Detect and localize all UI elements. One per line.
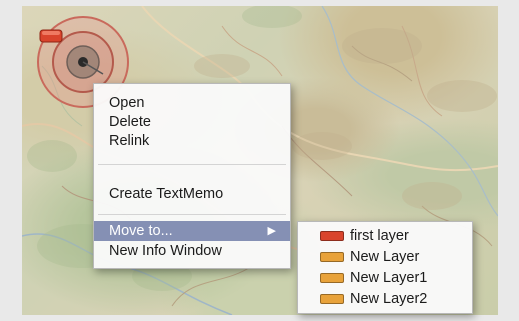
menu-item-label: Create TextMemo <box>109 186 224 202</box>
layer-color-swatch <box>320 231 344 241</box>
menu-item-relink[interactable]: Relink <box>94 131 290 151</box>
layer-color-swatch <box>320 252 344 262</box>
layer-label: New Layer <box>350 249 420 265</box>
menu-item-new-info-window[interactable]: New Info Window <box>94 241 290 261</box>
layer-color-swatch <box>320 273 344 283</box>
menu-item-delete[interactable]: Delete <box>94 112 290 132</box>
context-menu: Open Delete Relink Create TextMemo Move … <box>93 83 291 269</box>
menu-item-create-textmemo[interactable]: Create TextMemo <box>94 184 290 204</box>
layer-label: New Layer2 <box>350 291 428 307</box>
move-to-submenu: first layer New Layer New Layer1 New Lay… <box>297 221 473 314</box>
submenu-item-new-layer1[interactable]: New Layer1 <box>298 268 472 288</box>
layer-label: first layer <box>350 228 409 244</box>
layer-label: New Layer1 <box>350 270 428 286</box>
menu-item-label: Delete <box>109 114 151 130</box>
menu-item-label: Open <box>109 95 145 111</box>
menu-item-open[interactable]: Open <box>94 93 290 113</box>
menu-item-label: New Info Window <box>109 243 222 259</box>
menu-separator <box>98 214 286 215</box>
layer-color-swatch <box>320 294 344 304</box>
menu-separator <box>98 164 286 165</box>
submenu-item-new-layer[interactable]: New Layer <box>298 247 472 267</box>
menu-item-label: Move to... <box>109 223 173 239</box>
submenu-item-new-layer2[interactable]: New Layer2 <box>298 289 472 309</box>
submenu-item-first-layer[interactable]: first layer <box>298 226 472 246</box>
menu-item-label: Relink <box>109 133 150 149</box>
red-pin-icon <box>39 29 63 43</box>
menu-item-move-to[interactable]: Move to... ▶ <box>94 221 290 241</box>
triangle-right-icon: ▶ <box>267 225 276 237</box>
